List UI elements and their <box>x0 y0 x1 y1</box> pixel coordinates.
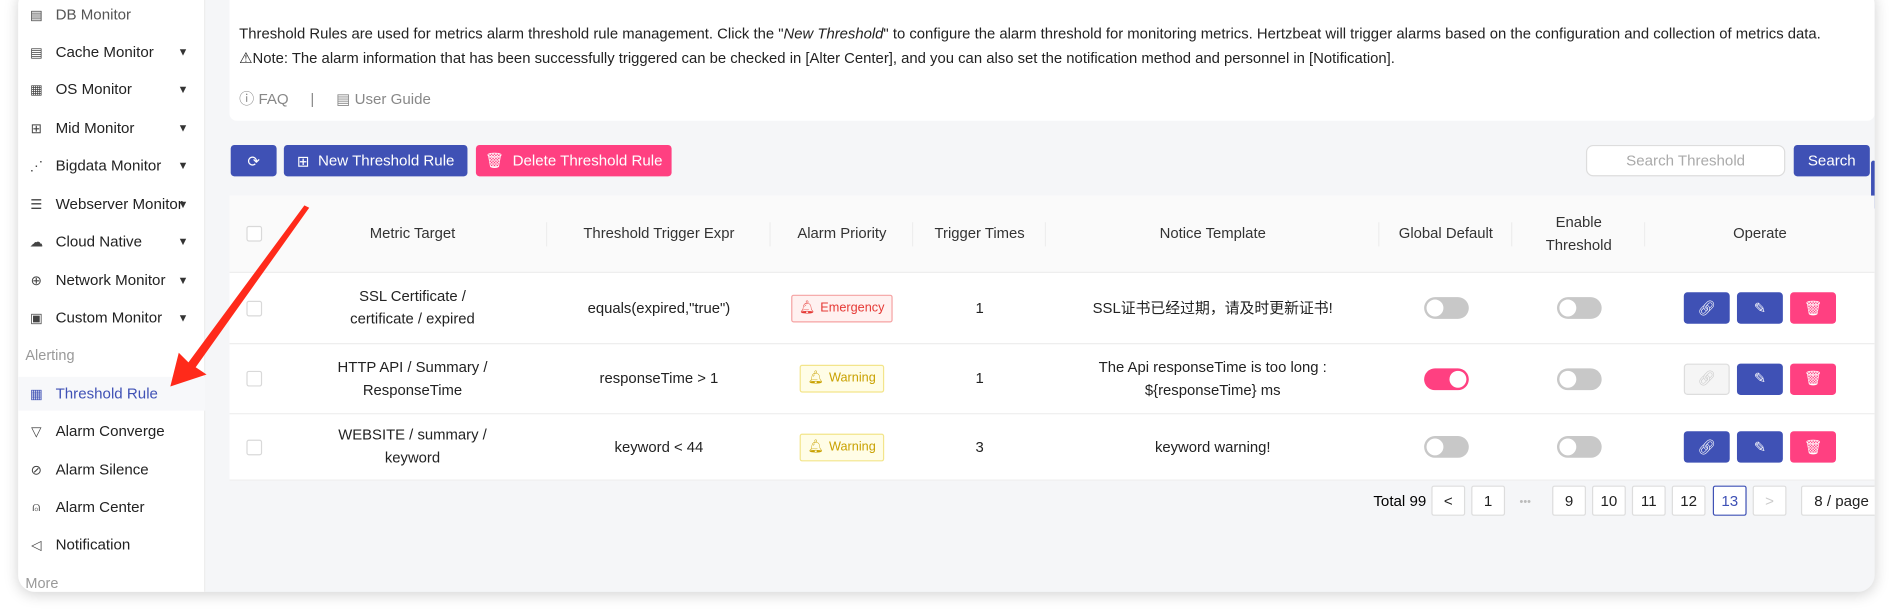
arrow-shape <box>170 205 310 387</box>
annotation-arrow <box>170 205 310 387</box>
